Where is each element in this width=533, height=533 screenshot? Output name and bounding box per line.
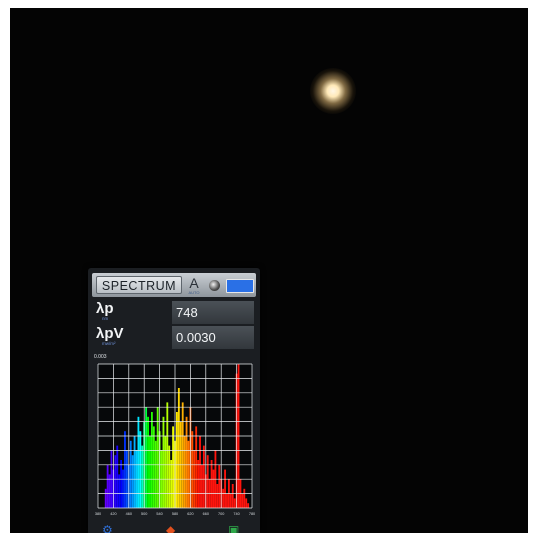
x-tick-label: 780 — [249, 512, 255, 516]
x-tick-label: 420 — [110, 512, 116, 516]
spectrum-bar — [120, 460, 123, 508]
spectrum-bar — [104, 488, 107, 508]
spectrum-bar — [129, 440, 132, 508]
bottom-nav: ⚙ ◆ ▣ — [88, 524, 260, 533]
mode-sublabel: AUTO — [188, 290, 200, 295]
x-tick-label: 460 — [126, 512, 132, 516]
spectrum-bar — [141, 445, 144, 508]
spectrum-bar — [114, 455, 117, 508]
x-tick-label: 620 — [187, 512, 193, 516]
spectrum-bar — [147, 416, 149, 508]
spectrum-bar — [245, 498, 248, 508]
spectrum-bar — [164, 436, 167, 508]
app-header: SPECTRUM A AUTO — [92, 273, 256, 297]
spectrum-bar — [247, 503, 250, 508]
x-tick-label: 380 — [95, 512, 101, 516]
spectrum-bar — [222, 488, 225, 508]
spectrum-bar — [195, 426, 198, 508]
spectrum-bar — [168, 445, 171, 508]
peak-visible-unit: mw/m² — [102, 341, 116, 346]
spectrum-bar — [152, 426, 155, 508]
spectrum-bar — [183, 436, 186, 508]
x-tick-label: 660 — [203, 512, 209, 516]
spectrum-plot: 380 420 460 500 540 580 620 660 700 740 780 — [95, 363, 255, 516]
spectrum-bar — [170, 460, 173, 508]
spectrum-bar — [202, 445, 205, 508]
spectrum-bar — [243, 488, 246, 508]
spectrum-bar — [185, 416, 188, 508]
x-tick-label: 500 — [141, 512, 147, 516]
spectrum-bar — [177, 388, 180, 508]
spectrum-bar — [199, 436, 201, 508]
spectrum-bar — [197, 460, 200, 508]
x-tick-label: 580 — [172, 512, 178, 516]
spectrum-bar — [154, 440, 157, 508]
spectrum-bar — [212, 469, 215, 508]
camera-scene: SPECTRUM A AUTO λp nm 748 λpV mw/m² 0.00… — [10, 8, 528, 533]
spectrum-bar — [137, 416, 140, 508]
spectrum-bar — [172, 426, 174, 508]
spectrum-bar — [139, 431, 142, 508]
spectrum-bar — [116, 445, 119, 508]
spectrum-bar — [149, 436, 151, 508]
gear-icon[interactable]: ⚙ — [102, 524, 113, 533]
spectrum-bar — [156, 407, 159, 508]
spectrum-bar — [241, 493, 244, 508]
x-tick-label: 540 — [156, 512, 162, 516]
spectrum-bar — [218, 464, 221, 508]
peak-wavelength-label: λp — [96, 300, 114, 317]
spectrum-bar — [122, 469, 124, 508]
spectrum-bar — [124, 431, 126, 508]
peak-wavelength-value: 748 — [172, 301, 254, 324]
x-tick-label: 740 — [233, 512, 239, 516]
dial-icon[interactable] — [209, 280, 220, 291]
app-title[interactable]: SPECTRUM — [96, 276, 182, 294]
battery-icon — [226, 279, 254, 293]
spectrum-bar — [162, 416, 165, 508]
spectrum-bar — [131, 455, 134, 508]
spectrum-bar — [229, 493, 232, 508]
x-tick-label: 700 — [218, 512, 224, 516]
spectrum-bar — [210, 460, 213, 508]
home-icon[interactable]: ◆ — [166, 524, 175, 533]
spectrum-bar — [201, 464, 203, 508]
peak-visible-value: 0.0030 — [172, 326, 254, 349]
spectrum-bar — [145, 407, 148, 508]
moon — [310, 68, 356, 114]
spectrometer-device: SPECTRUM A AUTO λp nm 748 λpV mw/m² 0.00… — [88, 268, 260, 533]
spectrum-bar — [191, 431, 194, 508]
mode-label: A — [189, 275, 199, 291]
peak-wavelength-unit: nm — [102, 316, 109, 321]
peak-wavelength-row: λp nm 748 — [92, 300, 256, 325]
spectrum-bar — [206, 455, 209, 508]
mode-button[interactable]: A AUTO — [185, 275, 203, 295]
spectrum-bar — [133, 436, 136, 508]
spectrum-bar — [166, 402, 169, 508]
peak-visible-label: λpV — [96, 325, 124, 342]
spectrum-bar — [181, 402, 184, 508]
spectrum-bar — [216, 484, 219, 508]
spectrum-chart[interactable]: 0.003 380 420 460 500 540 580 620 660 700 740 780 — [92, 354, 256, 522]
spectrum-bar — [224, 469, 226, 508]
spectrum-bar — [106, 464, 109, 508]
save-icon[interactable]: ▣ — [228, 524, 239, 533]
spectrum-bar — [231, 484, 234, 508]
spectrum-bar — [233, 498, 236, 508]
peak-visible-row: λpV mw/m² 0.0030 — [92, 325, 256, 350]
spectrum-bar — [187, 440, 190, 508]
spectrum-bar — [226, 493, 228, 508]
